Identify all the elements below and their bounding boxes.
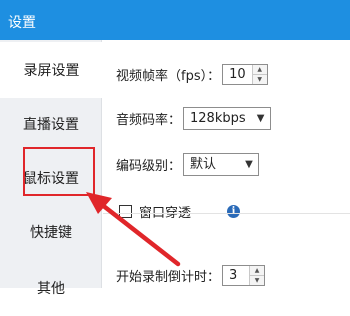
- fps-row: 视频帧率（fps）： 10 ▲ ▼: [116, 64, 268, 85]
- caret-down-icon[interactable]: ▼: [252, 74, 267, 84]
- caret-down-icon[interactable]: ▼: [240, 154, 258, 175]
- countdown-label: 开始录制倒计时：: [116, 270, 221, 285]
- spin-buttons: ▲ ▼: [251, 65, 267, 84]
- fps-stepper[interactable]: 10 ▲ ▼: [222, 64, 268, 85]
- caret-up-icon[interactable]: ▲: [252, 65, 267, 74]
- audio-bitrate-label: 音频码率：: [116, 113, 182, 128]
- encode-level-select[interactable]: 默认 ▼: [183, 153, 260, 176]
- countdown-stepper[interactable]: 3 ▲ ▼: [222, 265, 266, 286]
- sidebar-item-label: 直播设置: [23, 117, 79, 133]
- countdown-value[interactable]: 3: [223, 266, 249, 285]
- window-through-label: 窗口穿透: [139, 206, 192, 221]
- title-bar: 设置: [0, 0, 350, 40]
- encode-level-row: 编码级别： 默认 ▼: [116, 153, 260, 176]
- sidebar-item-label: 录屏设置: [23, 63, 80, 79]
- sidebar-item-record[interactable]: 录屏设置: [0, 42, 103, 98]
- window-through-checkbox[interactable]: [119, 205, 132, 218]
- sidebar-item-other[interactable]: 其他: [0, 260, 102, 316]
- audio-bitrate-value: 128kbps: [190, 111, 246, 126]
- fps-value[interactable]: 10: [223, 65, 252, 84]
- sidebar-item-label: 其他: [37, 281, 65, 297]
- caret-up-icon[interactable]: ▲: [250, 266, 265, 275]
- audio-bitrate-row: 音频码率： 128kbps ▼: [116, 107, 271, 130]
- caret-down-icon[interactable]: ▼: [252, 108, 270, 129]
- countdown-row: 开始录制倒计时： 3 ▲ ▼: [116, 265, 266, 286]
- audio-bitrate-select[interactable]: 128kbps ▼: [183, 107, 271, 130]
- caret-down-icon[interactable]: ▼: [250, 275, 265, 285]
- info-icon[interactable]: i: [227, 205, 241, 218]
- sidebar: 录屏设置 直播设置 鼠标设置 快捷键 其他: [0, 40, 103, 297]
- window-title: 设置: [8, 15, 36, 31]
- sidebar-item-mouse[interactable]: 鼠标设置: [0, 150, 102, 206]
- encode-level-value: 默认: [190, 157, 217, 172]
- spin-buttons: ▲ ▼: [249, 266, 265, 285]
- settings-panel: 视频帧率（fps）： 10 ▲ ▼ 音频码率： 128kbps ▼ 编码级别： …: [103, 40, 350, 288]
- fps-label: 视频帧率（fps）：: [116, 69, 221, 84]
- divider: [103, 213, 350, 214]
- encode-level-label: 编码级别：: [116, 159, 182, 174]
- sidebar-item-label: 快捷键: [30, 225, 72, 241]
- sidebar-item-hotkeys[interactable]: 快捷键: [0, 204, 102, 260]
- sidebar-item-live[interactable]: 直播设置: [0, 96, 102, 152]
- sidebar-item-label: 鼠标设置: [23, 171, 79, 187]
- window-through-row: 窗口穿透 i: [119, 202, 241, 221]
